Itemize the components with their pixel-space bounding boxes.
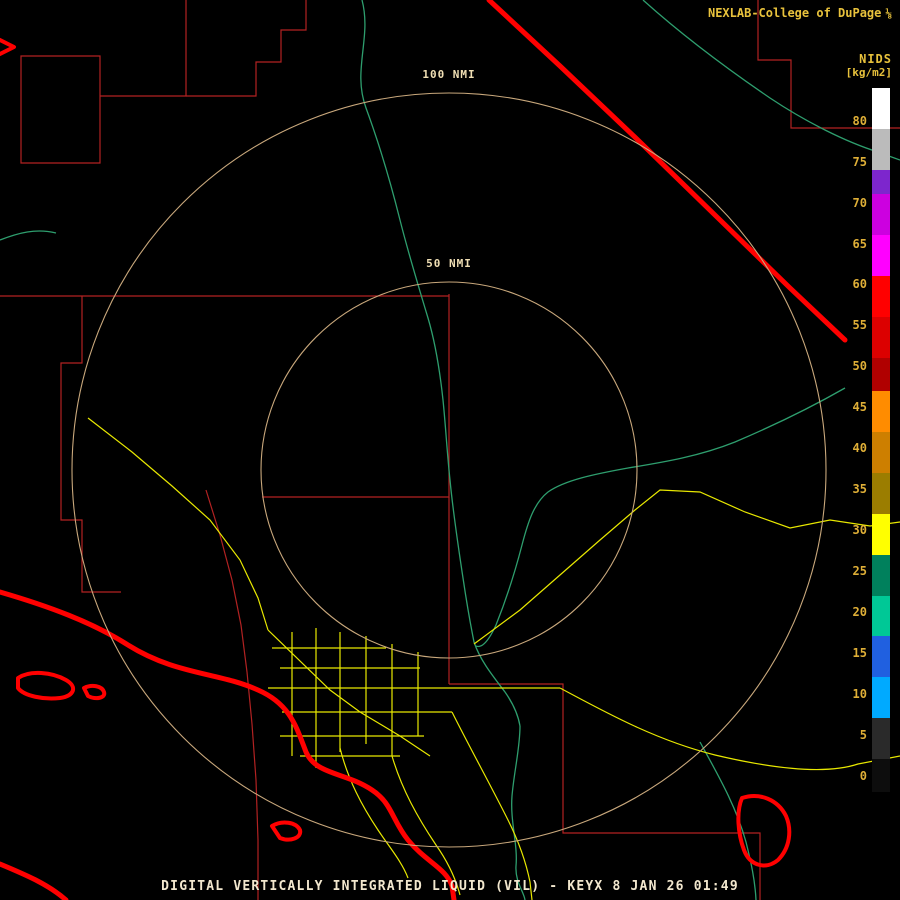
colorbar-label: 75 bbox=[831, 154, 867, 170]
colorbar-label: 70 bbox=[831, 195, 867, 211]
colorbar-segment bbox=[872, 276, 890, 317]
county-line bbox=[61, 296, 121, 592]
colorbar-segment bbox=[872, 432, 890, 473]
colorbar-label: 30 bbox=[831, 522, 867, 538]
county-line bbox=[262, 294, 449, 497]
colorbar-segment bbox=[872, 677, 890, 718]
colorbar-segment bbox=[872, 473, 890, 514]
colorbar-segment bbox=[872, 514, 890, 555]
road bbox=[392, 756, 460, 895]
road bbox=[292, 628, 418, 768]
river bbox=[643, 0, 900, 160]
colorbar-label: 65 bbox=[831, 236, 867, 252]
colorbar-label: 35 bbox=[831, 481, 867, 497]
colorbar-label: 50 bbox=[831, 358, 867, 374]
colorbar-segment bbox=[872, 194, 890, 235]
county-line bbox=[449, 684, 760, 900]
coastline bbox=[0, 40, 14, 54]
colorbar-segment bbox=[872, 636, 890, 677]
colorbar-label: 80 bbox=[831, 113, 867, 129]
colorbar-label: 20 bbox=[831, 604, 867, 620]
colorbar-label: 45 bbox=[831, 399, 867, 415]
colorbar-segment bbox=[872, 235, 890, 276]
island-outline bbox=[272, 823, 300, 840]
roads bbox=[88, 418, 900, 900]
coastline bbox=[0, 592, 454, 900]
colorbar-label: 60 bbox=[831, 276, 867, 292]
colorbar-segment bbox=[872, 129, 890, 170]
colorbar-label: 40 bbox=[831, 440, 867, 456]
county-line bbox=[206, 490, 258, 900]
colorbar-segment bbox=[872, 759, 890, 792]
colorbar-label: 55 bbox=[831, 317, 867, 333]
island-outline bbox=[18, 673, 73, 699]
credit-line: NEXLAB-College of DuPage ⅛ bbox=[708, 6, 892, 20]
colorbar-segment bbox=[872, 358, 890, 391]
road bbox=[88, 418, 268, 630]
range-ring-label-100nmi: 100 NMI bbox=[419, 68, 478, 81]
river bbox=[476, 388, 845, 646]
radar-map bbox=[0, 0, 900, 900]
colorbar-label: 25 bbox=[831, 563, 867, 579]
product-title: DIGITAL VERTICALLY INTEGRATED LIQUID (VI… bbox=[0, 879, 900, 894]
river bbox=[0, 231, 56, 240]
highways bbox=[0, 0, 845, 900]
credit-text: NEXLAB-College of DuPage bbox=[708, 6, 881, 20]
colorbar-segment bbox=[872, 88, 890, 129]
county-line bbox=[21, 0, 186, 163]
product-code-label: NIDS bbox=[859, 52, 892, 66]
colorbar-segment bbox=[872, 170, 890, 195]
credit-badge-icon: ⅛ bbox=[885, 8, 892, 19]
island-outline bbox=[84, 686, 104, 698]
colorbar-segment bbox=[872, 317, 890, 358]
river bbox=[361, 0, 520, 726]
road bbox=[268, 648, 560, 756]
colorbar-segment bbox=[872, 555, 890, 596]
colorbar-units-label: [kg/m2] bbox=[846, 66, 892, 79]
colorbar-segment bbox=[872, 718, 890, 759]
colorbar-label: 0 bbox=[831, 768, 867, 784]
river bbox=[700, 742, 756, 900]
colorbar-label: 10 bbox=[831, 686, 867, 702]
road bbox=[452, 712, 532, 900]
radar-display: 100 NMI 50 NMI NEXLAB-College of DuPage … bbox=[0, 0, 900, 900]
highway-diagonal bbox=[489, 0, 845, 340]
colorbar-segment bbox=[872, 391, 890, 432]
colorbar-label: 15 bbox=[831, 645, 867, 661]
colorbar-label: 5 bbox=[831, 727, 867, 743]
range-ring-label-50nmi: 50 NMI bbox=[423, 257, 475, 270]
river bbox=[512, 726, 525, 900]
county-line bbox=[186, 0, 306, 96]
road bbox=[340, 748, 408, 878]
colorbar-segment bbox=[872, 596, 890, 637]
island-outline bbox=[738, 796, 789, 865]
